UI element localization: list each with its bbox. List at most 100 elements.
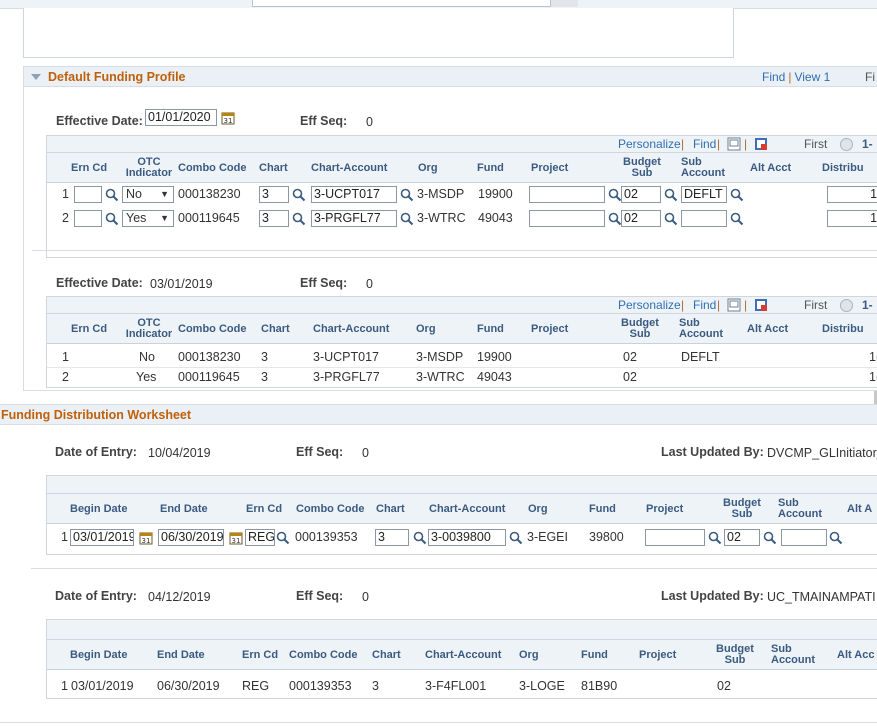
eff-date-label: Effective Date: <box>56 114 143 128</box>
lookup-icon[interactable] <box>292 188 306 202</box>
project-input[interactable] <box>645 529 705 546</box>
lookup-icon[interactable] <box>664 212 678 226</box>
ern-cd-input[interactable] <box>74 186 102 203</box>
doe-label: Date of Entry: <box>55 445 137 459</box>
section-title: Default Funding Profile <box>48 70 186 84</box>
end-date-input[interactable]: 06/30/2019 <box>158 529 224 546</box>
eff-seq-label: Eff Seq: <box>300 276 348 290</box>
budget-sub-input[interactable]: 02 <box>621 186 661 203</box>
chart-input[interactable]: 3 <box>259 210 289 227</box>
prev-arrow-icon[interactable] <box>840 138 853 151</box>
budget-sub-value: 02 <box>623 350 637 364</box>
ern-cd-value: REG <box>242 679 270 693</box>
chart-account-input[interactable]: 3-UCPT017 <box>311 186 397 203</box>
grid-nav-bar <box>47 476 877 494</box>
col-combo: Combo Code <box>289 649 358 661</box>
lookup-icon[interactable] <box>400 188 414 202</box>
col-ern-cd: Ern Cd <box>71 162 108 174</box>
eff-seq-value: 0 <box>362 446 369 460</box>
top-search-button[interactable] <box>550 0 578 7</box>
lookup-icon[interactable] <box>276 531 290 545</box>
empty-panel <box>23 8 734 58</box>
fund-value: 49043 <box>478 211 513 225</box>
eff-date-input[interactable]: 01/01/2020 <box>145 109 217 126</box>
distrib-input[interactable]: 10 <box>827 210 877 227</box>
row-number: 1 <box>61 530 68 544</box>
end-date-value: 06/30/2019 <box>157 679 220 693</box>
sub-account-input[interactable] <box>781 529 827 546</box>
ern-cd-input[interactable] <box>74 210 102 227</box>
svg-text:31: 31 <box>232 537 241 545</box>
lookup-icon[interactable] <box>730 212 744 226</box>
view1-link[interactable]: View 1 <box>794 70 830 84</box>
col-combo: Combo Code <box>178 323 247 335</box>
lookup-icon[interactable] <box>608 188 622 202</box>
otc-select[interactable]: Yes ▼ <box>122 210 174 227</box>
chart-account-input[interactable]: 3-0039800 <box>428 529 506 546</box>
lookup-icon[interactable] <box>400 212 414 226</box>
calendar-icon[interactable]: 31 <box>229 531 243 545</box>
lookup-icon[interactable] <box>730 188 744 202</box>
col-sub-account: Sub Account <box>679 317 723 340</box>
chart-input[interactable]: 3 <box>375 529 409 546</box>
chart-account-input[interactable]: 3-PRGFL77 <box>311 210 397 227</box>
col-chart: Chart <box>376 503 405 515</box>
doe-label: Date of Entry: <box>55 589 137 603</box>
lookup-icon[interactable] <box>829 531 843 545</box>
budget-sub-input[interactable]: 02 <box>724 529 760 546</box>
grid-find-link[interactable]: Find <box>693 137 716 151</box>
lookup-icon[interactable] <box>763 531 777 545</box>
chart-input[interactable]: 3 <box>259 186 289 203</box>
sub-account-input[interactable]: DEFLT <box>681 186 727 203</box>
view-all-icon[interactable] <box>727 137 741 151</box>
col-sub-account: Sub Account <box>778 497 822 520</box>
find-link[interactable]: Find <box>762 70 785 84</box>
ern-cd-input[interactable]: REG <box>245 529 275 546</box>
lookup-icon[interactable] <box>105 212 119 226</box>
personalize-link[interactable]: Personalize <box>618 137 681 151</box>
lookup-icon[interactable] <box>708 531 722 545</box>
calendar-icon[interactable]: 31 <box>221 111 235 125</box>
col-budget-sub: Budget Sub <box>723 497 761 520</box>
eff-seq-value: 0 <box>362 590 369 604</box>
col-fund: Fund <box>477 323 504 335</box>
project-input[interactable] <box>529 210 605 227</box>
collapse-triangle-icon[interactable] <box>31 74 41 80</box>
svg-text:31: 31 <box>224 117 233 125</box>
col-org: Org <box>418 162 438 174</box>
lookup-icon[interactable] <box>413 531 427 545</box>
personalize-link[interactable]: Personalize <box>618 298 681 312</box>
top-search-box[interactable] <box>252 0 578 7</box>
chart-account-value: 3-PRGFL77 <box>313 370 380 384</box>
col-project: Project <box>531 162 569 174</box>
eff-date-value: 03/01/2019 <box>150 277 213 291</box>
distrib-input[interactable]: 10 <box>827 186 877 203</box>
lookup-icon[interactable] <box>509 531 523 545</box>
view-all-icon[interactable] <box>727 298 741 312</box>
prev-arrow-icon[interactable] <box>840 299 853 312</box>
col-chart-account: Chart-Account <box>429 503 506 515</box>
otc-select[interactable]: No ▼ <box>122 186 174 203</box>
col-chart-account: Chart-Account <box>313 323 390 335</box>
calendar-icon[interactable]: 31 <box>139 531 153 545</box>
col-distrib: Distribu <box>822 162 864 174</box>
first-link[interactable]: Fi <box>865 70 875 84</box>
lookup-icon[interactable] <box>105 188 119 202</box>
project-input[interactable] <box>529 186 605 203</box>
lookup-icon[interactable] <box>664 188 678 202</box>
col-org: Org <box>528 503 548 515</box>
org-value: 3-EGEI <box>527 530 568 544</box>
download-icon[interactable] <box>754 137 768 151</box>
grid-header: Ern Cd OTC Indicator Combo Code Chart Ch… <box>47 314 877 344</box>
budget-sub-input[interactable]: 02 <box>621 210 661 227</box>
download-icon[interactable] <box>754 298 768 312</box>
begin-date-input[interactable]: 03/01/2019 <box>70 529 134 546</box>
sub-account-input[interactable] <box>681 210 727 227</box>
col-ern-cd: Ern Cd <box>242 649 279 661</box>
lookup-icon[interactable] <box>608 212 622 226</box>
grid-nav-bar: Personalize | Find | | First 1- <box>47 297 877 314</box>
grid-find-link[interactable]: Find <box>693 298 716 312</box>
col-chart: Chart <box>261 323 290 335</box>
lookup-icon[interactable] <box>292 212 306 226</box>
col-budget-sub: Budget Sub <box>621 317 659 340</box>
